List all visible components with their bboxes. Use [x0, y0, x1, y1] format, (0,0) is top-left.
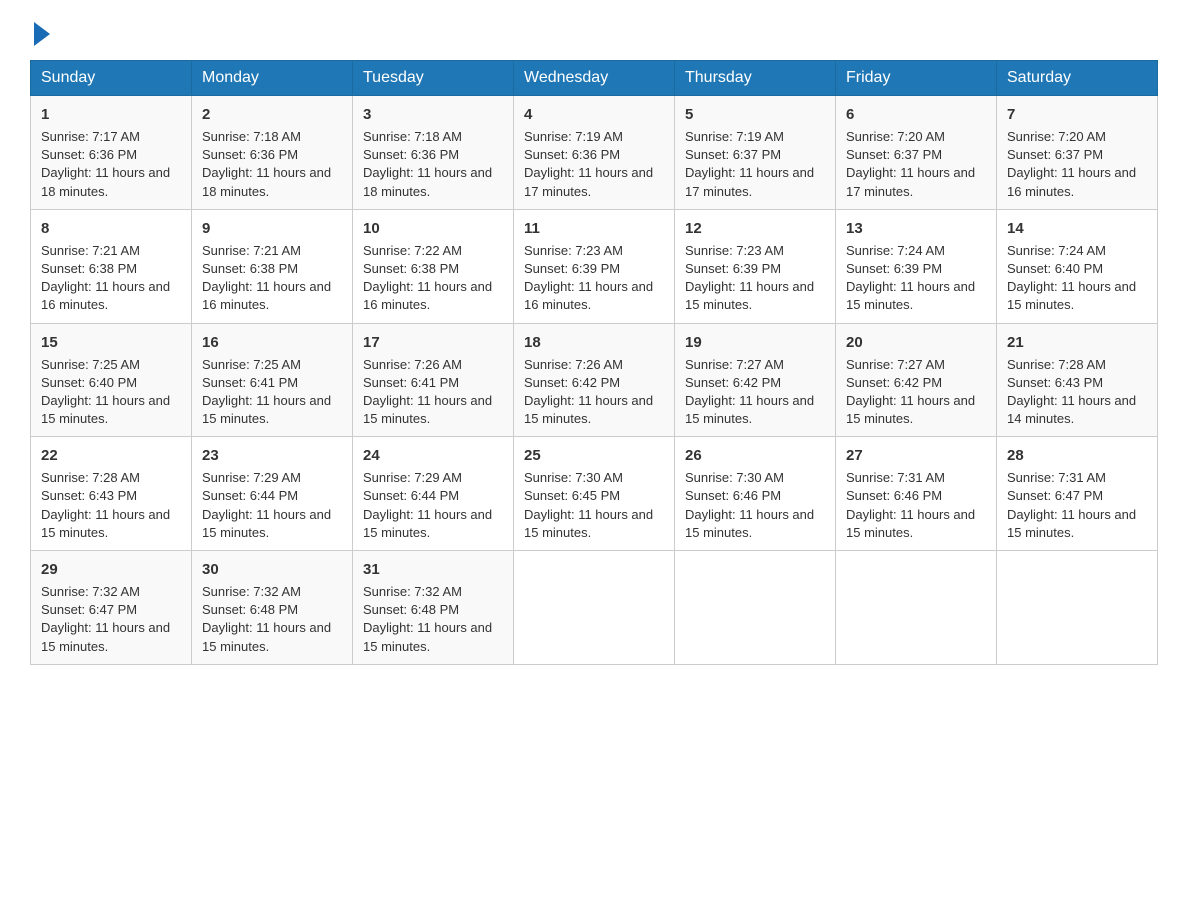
- calendar-day-cell: 21Sunrise: 7:28 AMSunset: 6:43 PMDayligh…: [997, 323, 1158, 437]
- calendar-day-cell: 20Sunrise: 7:27 AMSunset: 6:42 PMDayligh…: [836, 323, 997, 437]
- calendar-day-cell: 23Sunrise: 7:29 AMSunset: 6:44 PMDayligh…: [192, 437, 353, 551]
- day-number: 30: [202, 559, 342, 580]
- calendar-day-cell: 5Sunrise: 7:19 AMSunset: 6:37 PMDaylight…: [675, 96, 836, 210]
- logo: [30, 20, 50, 42]
- calendar-day-cell: 2Sunrise: 7:18 AMSunset: 6:36 PMDaylight…: [192, 96, 353, 210]
- day-number: 1: [41, 104, 181, 125]
- day-number: 22: [41, 445, 181, 466]
- day-number: 27: [846, 445, 986, 466]
- calendar-day-cell: 24Sunrise: 7:29 AMSunset: 6:44 PMDayligh…: [353, 437, 514, 551]
- day-number: 24: [363, 445, 503, 466]
- day-of-week-header: Monday: [192, 61, 353, 96]
- day-of-week-header: Saturday: [997, 61, 1158, 96]
- day-number: 4: [524, 104, 664, 125]
- calendar-day-cell: 27Sunrise: 7:31 AMSunset: 6:46 PMDayligh…: [836, 437, 997, 551]
- calendar-week-row: 1Sunrise: 7:17 AMSunset: 6:36 PMDaylight…: [31, 96, 1158, 210]
- calendar-day-cell: 10Sunrise: 7:22 AMSunset: 6:38 PMDayligh…: [353, 209, 514, 323]
- day-of-week-header: Wednesday: [514, 61, 675, 96]
- day-number: 19: [685, 332, 825, 353]
- calendar-day-cell: 25Sunrise: 7:30 AMSunset: 6:45 PMDayligh…: [514, 437, 675, 551]
- day-number: 14: [1007, 218, 1147, 239]
- calendar-day-cell: [675, 551, 836, 665]
- page-header: [30, 20, 1158, 42]
- calendar-day-cell: 19Sunrise: 7:27 AMSunset: 6:42 PMDayligh…: [675, 323, 836, 437]
- day-number: 13: [846, 218, 986, 239]
- day-number: 29: [41, 559, 181, 580]
- day-number: 26: [685, 445, 825, 466]
- calendar-day-cell: 8Sunrise: 7:21 AMSunset: 6:38 PMDaylight…: [31, 209, 192, 323]
- day-number: 25: [524, 445, 664, 466]
- day-number: 6: [846, 104, 986, 125]
- calendar-day-cell: 4Sunrise: 7:19 AMSunset: 6:36 PMDaylight…: [514, 96, 675, 210]
- calendar-day-cell: 22Sunrise: 7:28 AMSunset: 6:43 PMDayligh…: [31, 437, 192, 551]
- calendar-day-cell: 26Sunrise: 7:30 AMSunset: 6:46 PMDayligh…: [675, 437, 836, 551]
- calendar-day-cell: [514, 551, 675, 665]
- day-number: 7: [1007, 104, 1147, 125]
- calendar-day-cell: [836, 551, 997, 665]
- day-number: 8: [41, 218, 181, 239]
- day-number: 17: [363, 332, 503, 353]
- day-number: 3: [363, 104, 503, 125]
- calendar-day-cell: 28Sunrise: 7:31 AMSunset: 6:47 PMDayligh…: [997, 437, 1158, 551]
- calendar-day-cell: 14Sunrise: 7:24 AMSunset: 6:40 PMDayligh…: [997, 209, 1158, 323]
- calendar-day-cell: 17Sunrise: 7:26 AMSunset: 6:41 PMDayligh…: [353, 323, 514, 437]
- day-number: 12: [685, 218, 825, 239]
- calendar-day-cell: [997, 551, 1158, 665]
- calendar-day-cell: 1Sunrise: 7:17 AMSunset: 6:36 PMDaylight…: [31, 96, 192, 210]
- day-of-week-header: Tuesday: [353, 61, 514, 96]
- day-number: 18: [524, 332, 664, 353]
- day-number: 10: [363, 218, 503, 239]
- calendar-day-cell: 13Sunrise: 7:24 AMSunset: 6:39 PMDayligh…: [836, 209, 997, 323]
- day-number: 9: [202, 218, 342, 239]
- calendar-day-cell: 12Sunrise: 7:23 AMSunset: 6:39 PMDayligh…: [675, 209, 836, 323]
- day-number: 21: [1007, 332, 1147, 353]
- calendar-day-cell: 15Sunrise: 7:25 AMSunset: 6:40 PMDayligh…: [31, 323, 192, 437]
- calendar-day-cell: 11Sunrise: 7:23 AMSunset: 6:39 PMDayligh…: [514, 209, 675, 323]
- day-number: 23: [202, 445, 342, 466]
- calendar-week-row: 22Sunrise: 7:28 AMSunset: 6:43 PMDayligh…: [31, 437, 1158, 551]
- day-of-week-header: Friday: [836, 61, 997, 96]
- calendar-day-cell: 6Sunrise: 7:20 AMSunset: 6:37 PMDaylight…: [836, 96, 997, 210]
- day-number: 20: [846, 332, 986, 353]
- day-number: 31: [363, 559, 503, 580]
- calendar-day-cell: 9Sunrise: 7:21 AMSunset: 6:38 PMDaylight…: [192, 209, 353, 323]
- calendar-day-cell: 30Sunrise: 7:32 AMSunset: 6:48 PMDayligh…: [192, 551, 353, 665]
- calendar-week-row: 15Sunrise: 7:25 AMSunset: 6:40 PMDayligh…: [31, 323, 1158, 437]
- calendar-day-cell: 16Sunrise: 7:25 AMSunset: 6:41 PMDayligh…: [192, 323, 353, 437]
- day-number: 28: [1007, 445, 1147, 466]
- day-number: 5: [685, 104, 825, 125]
- calendar-table: SundayMondayTuesdayWednesdayThursdayFrid…: [30, 60, 1158, 665]
- calendar-day-cell: 18Sunrise: 7:26 AMSunset: 6:42 PMDayligh…: [514, 323, 675, 437]
- calendar-day-cell: 29Sunrise: 7:32 AMSunset: 6:47 PMDayligh…: [31, 551, 192, 665]
- calendar-day-cell: 7Sunrise: 7:20 AMSunset: 6:37 PMDaylight…: [997, 96, 1158, 210]
- calendar-day-cell: 3Sunrise: 7:18 AMSunset: 6:36 PMDaylight…: [353, 96, 514, 210]
- day-number: 11: [524, 218, 664, 239]
- calendar-week-row: 29Sunrise: 7:32 AMSunset: 6:47 PMDayligh…: [31, 551, 1158, 665]
- day-number: 16: [202, 332, 342, 353]
- day-of-week-header: Thursday: [675, 61, 836, 96]
- day-number: 2: [202, 104, 342, 125]
- day-number: 15: [41, 332, 181, 353]
- calendar-day-cell: 31Sunrise: 7:32 AMSunset: 6:48 PMDayligh…: [353, 551, 514, 665]
- day-of-week-header: Sunday: [31, 61, 192, 96]
- calendar-week-row: 8Sunrise: 7:21 AMSunset: 6:38 PMDaylight…: [31, 209, 1158, 323]
- calendar-header-row: SundayMondayTuesdayWednesdayThursdayFrid…: [31, 61, 1158, 96]
- logo-arrow-icon: [34, 22, 50, 46]
